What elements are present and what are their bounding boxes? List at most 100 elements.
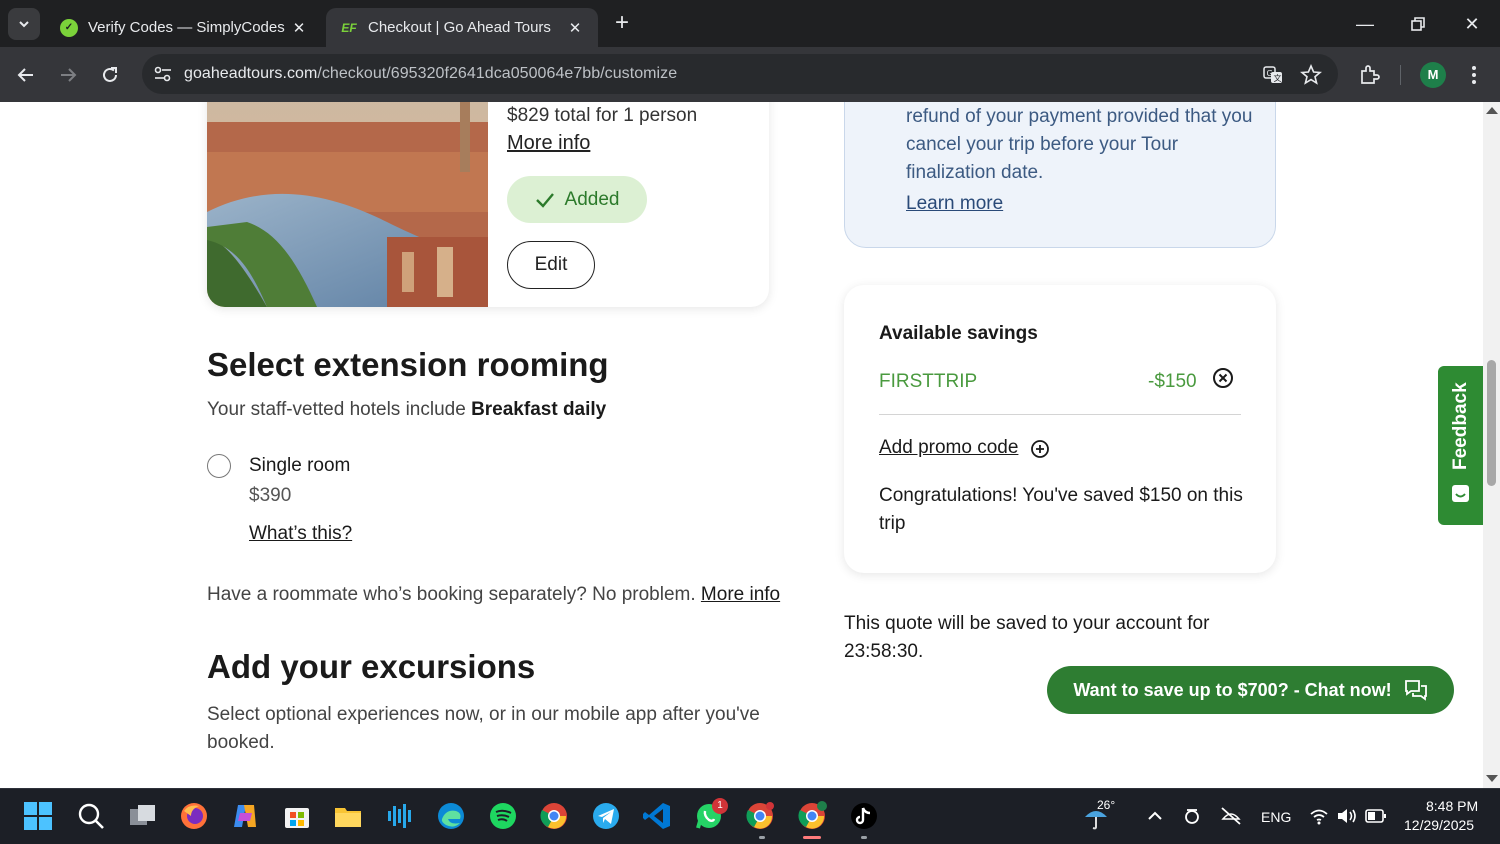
savings-divider: [879, 414, 1241, 415]
windows-taskbar: 1 26° ENG 8:48 PM 12/29/2025: [0, 788, 1500, 844]
rooming-subtitle-text: Your staff-vetted hotels include: [207, 399, 472, 420]
minimize-button[interactable]: —: [1345, 10, 1385, 38]
network-off-icon[interactable]: [1219, 805, 1243, 827]
feedback-label: Feedback: [1450, 382, 1471, 470]
firefox-icon[interactable]: [179, 801, 209, 831]
reload-button[interactable]: [95, 60, 125, 90]
chat-bubbles-icon: [1404, 680, 1427, 701]
excursions-heading: Add your excursions: [207, 648, 536, 685]
language-indicator[interactable]: ENG: [1261, 809, 1291, 825]
plus-circle-icon[interactable]: [1030, 439, 1050, 459]
roommate-more-info-link[interactable]: More info: [701, 584, 780, 605]
chevron-down-icon: [19, 21, 29, 28]
chevron-up-icon[interactable]: [1145, 806, 1165, 826]
single-room-radio[interactable]: [207, 454, 231, 478]
add-promo-code-link[interactable]: Add promo code: [879, 437, 1018, 459]
chrome-profile-icon[interactable]: [745, 801, 775, 831]
single-room-label[interactable]: Single room: [249, 455, 350, 477]
tab-checkout[interactable]: EF Checkout | Go Ahead Tours ✕: [326, 8, 598, 47]
chrome-icon[interactable]: [539, 801, 569, 831]
url-text: goaheadtours.com/checkout/695320f2641dca…: [184, 65, 677, 83]
audio-app-icon[interactable]: [385, 801, 415, 831]
chat-now-label: Want to save up to $700? - Chat now!: [1073, 679, 1392, 700]
remove-promo-icon[interactable]: [1212, 367, 1234, 389]
running-indicator: [861, 836, 867, 839]
copilot-icon[interactable]: [230, 801, 260, 831]
volume-icon[interactable]: [1336, 807, 1358, 825]
more-menu-icon[interactable]: [1462, 63, 1486, 87]
whats-this-link[interactable]: What’s this?: [249, 523, 352, 545]
roommate-note: Have a roommate who’s booking separately…: [207, 584, 780, 606]
addon-price: $829 total for 1 person: [507, 105, 698, 126]
battery-icon[interactable]: [1365, 808, 1387, 824]
back-button[interactable]: [11, 60, 41, 90]
new-tab-button[interactable]: +: [608, 10, 636, 38]
tab-search-button[interactable]: [8, 8, 40, 40]
close-tab-icon[interactable]: ✕: [566, 19, 584, 37]
file-explorer-icon[interactable]: [333, 801, 363, 831]
verona-city-photo: [207, 102, 488, 307]
savings-title: Available savings: [879, 323, 1038, 344]
running-indicator: [759, 836, 765, 839]
checkout-page: $829 total for 1 person More info Added …: [0, 102, 1483, 788]
spotify-icon[interactable]: [488, 801, 518, 831]
whatsapp-badge: 1: [712, 798, 728, 814]
breakfast-highlight: Breakfast daily: [471, 399, 607, 420]
scrollbar-thumb[interactable]: [1487, 360, 1496, 486]
added-button[interactable]: Added: [507, 176, 647, 223]
address-bar[interactable]: goaheadtours.com/checkout/695320f2641dca…: [142, 54, 1338, 94]
tab-simplycodes[interactable]: ✓ Verify Codes — SimplyCodes ✕: [46, 8, 322, 47]
addon-card: [207, 102, 769, 307]
close-window-button[interactable]: ✕: [1452, 10, 1492, 38]
tiktok-icon[interactable]: [849, 801, 879, 831]
clock-date[interactable]: 12/29/2025: [1404, 817, 1474, 833]
edge-icon[interactable]: [436, 801, 466, 831]
quote-saved-text: This quote will be saved to your account…: [844, 613, 1210, 662]
extensions-icon[interactable]: [1358, 63, 1382, 87]
vscode-icon[interactable]: [642, 801, 672, 831]
translate-icon[interactable]: G文: [1262, 64, 1284, 86]
toolbar-divider: [1400, 65, 1401, 85]
browser-tab-bar: ✓ Verify Codes — SimplyCodes ✕ EF Checko…: [0, 0, 1500, 47]
reload-icon: [103, 67, 117, 82]
chrome-active-icon[interactable]: [797, 801, 827, 831]
savings-congrats: Congratulations! You've saved $150 on th…: [879, 485, 1243, 534]
addon-more-info-link[interactable]: More info: [507, 132, 590, 155]
scroll-down-arrow-icon[interactable]: [1486, 775, 1498, 782]
chat-now-button[interactable]: Want to save up to $700? - Chat now!: [1047, 666, 1454, 714]
wifi-icon[interactable]: [1309, 807, 1329, 825]
microsoft-store-icon[interactable]: [282, 801, 312, 831]
single-room-price: $390: [249, 485, 292, 506]
windows-start-icon[interactable]: [23, 801, 53, 831]
ef-favicon-icon: EF: [341, 20, 357, 35]
page-scrollbar[interactable]: [1483, 102, 1500, 788]
checkmark-icon: [535, 192, 554, 208]
rooming-heading: Select extension rooming: [207, 346, 609, 383]
scroll-up-arrow-icon[interactable]: [1486, 107, 1498, 114]
tab-title: Verify Codes — SimplyCodes: [88, 19, 285, 36]
search-icon[interactable]: [76, 801, 106, 831]
forward-button[interactable]: [53, 60, 83, 90]
site-info-icon[interactable]: [152, 63, 174, 85]
close-tab-icon[interactable]: ✕: [290, 19, 308, 37]
url-path: /checkout/695320f2641dca050064e7bb/custo…: [317, 65, 678, 82]
edit-button[interactable]: Edit: [507, 241, 595, 289]
telegram-icon[interactable]: [591, 801, 621, 831]
restore-icon: [1411, 17, 1425, 31]
rooming-subtitle: Your staff-vetted hotels include Breakfa…: [207, 399, 606, 421]
roommate-text: Have a roommate who’s booking separately…: [207, 584, 701, 605]
sync-icon[interactable]: [1181, 805, 1203, 827]
restore-button[interactable]: [1398, 10, 1438, 38]
tab-title: Checkout | Go Ahead Tours: [368, 19, 551, 36]
bookmark-star-icon[interactable]: [1300, 64, 1322, 86]
learn-more-link[interactable]: Learn more: [906, 193, 1003, 215]
feedback-tab[interactable]: Feedback: [1438, 366, 1483, 525]
task-view-icon[interactable]: [128, 801, 158, 831]
active-indicator: [803, 836, 821, 839]
profile-avatar[interactable]: M: [1420, 62, 1446, 88]
svg-text:文: 文: [1274, 73, 1282, 83]
url-host: goaheadtours.com: [184, 65, 318, 82]
clock-time[interactable]: 8:48 PM: [1426, 798, 1478, 814]
weather-temp: 26°: [1097, 798, 1116, 812]
excursions-text: Select optional experiences now, or in o…: [207, 704, 760, 753]
